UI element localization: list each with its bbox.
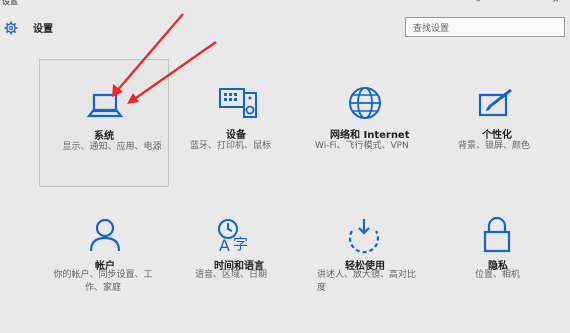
tile-system[interactable]: 系统 显示、通知、应用、电源: [39, 59, 169, 187]
search-placeholder: 查找设置: [413, 24, 450, 34]
tile-description: Wi-Fi、飞行模式、VPN: [315, 141, 409, 151]
tile-label: 设备: [226, 130, 246, 141]
devices-icon: [219, 88, 257, 118]
tile-description: 讲述人、放大镜、高对比度: [317, 270, 417, 293]
tile-personalization[interactable]: 个性化 背景、锁屏、颜色: [450, 59, 570, 187]
window-title: 设置: [2, 0, 18, 6]
time-language-icon: A 字: [218, 219, 248, 255]
page-title: 设置: [33, 24, 53, 35]
personalize-icon: [478, 88, 512, 117]
tile-description: 蓝牙、打印机、鼠标: [190, 141, 272, 151]
search-input[interactable]: 查找设置: [405, 17, 565, 37]
tile-label: 网络和 Internet: [330, 130, 410, 141]
tile-description: 位置、相机: [475, 270, 521, 280]
globe-icon: [349, 87, 381, 119]
tile-description: 显示、通知、应用、电源: [62, 142, 162, 152]
tile-description: 背景、锁屏、颜色: [458, 141, 531, 151]
tile-devices[interactable]: 设备 蓝牙、打印机、鼠标: [178, 59, 308, 187]
tile-network[interactable]: 网络和 Internet Wi-Fi、飞行模式、VPN: [300, 59, 430, 187]
tile-ease-of-access[interactable]: 轻松使用 讲述人、放大镜、高对比度: [305, 205, 435, 333]
svg-text:字: 字: [233, 235, 248, 253]
minimize-button[interactable]: –: [476, 0, 481, 6]
close-button[interactable]: ×: [552, 0, 560, 5]
tile-description: 你的帐户、同步设置、工作、家庭: [53, 270, 153, 293]
lock-icon: [483, 216, 511, 253]
tile-description: 语音、区域、日期: [195, 270, 268, 280]
tile-label: 个性化: [482, 130, 512, 141]
title-bar: 设置 – ×: [0, 0, 570, 10]
gear-icon: [4, 21, 18, 35]
svg-text:A: A: [219, 236, 230, 255]
laptop-icon: [86, 93, 124, 118]
tile-time-language[interactable]: A 字 时间和语言 语音、区域、日期: [180, 205, 310, 333]
tile-label: 系统: [94, 131, 114, 142]
tile-accounts[interactable]: 帐户 你的帐户、同步设置、工作、家庭: [45, 205, 175, 333]
tile-privacy[interactable]: 隐私 位置、相机: [445, 205, 570, 333]
ease-access-icon: [348, 219, 380, 254]
user-icon: [89, 218, 121, 252]
